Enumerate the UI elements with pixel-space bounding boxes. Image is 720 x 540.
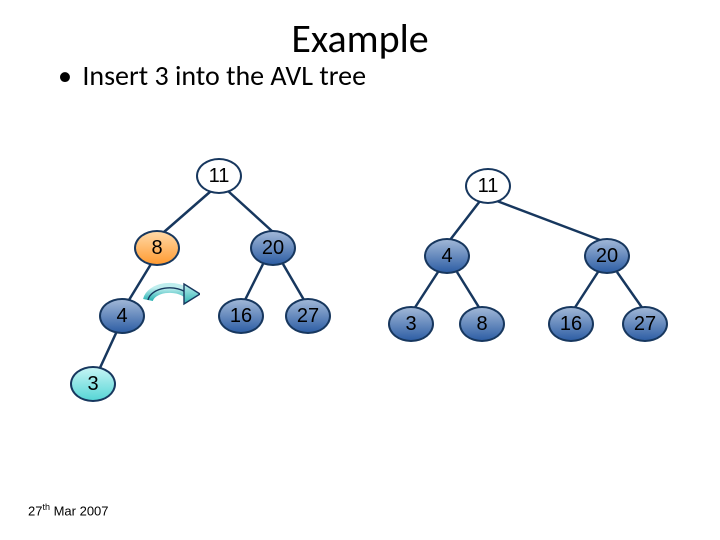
- footer-ordinal: th: [42, 502, 50, 512]
- left-node-20: 20: [250, 230, 296, 266]
- left-node-27: 27: [285, 298, 331, 334]
- left-node-11: 11: [196, 158, 242, 194]
- right-node-20: 20: [584, 238, 630, 274]
- right-node-16: 16: [548, 306, 594, 342]
- footer-date: 27th Mar 2007: [28, 502, 109, 518]
- right-node-27: 27: [622, 306, 668, 342]
- left-node-8: 8: [134, 230, 180, 266]
- footer-rest: Mar 2007: [50, 503, 109, 518]
- right-node-11: 11: [465, 168, 511, 204]
- left-node-3: 3: [70, 366, 116, 402]
- left-node-16: 16: [218, 298, 264, 334]
- right-node-8: 8: [459, 306, 505, 342]
- rotation-arrow-icon: [140, 280, 200, 314]
- right-node-3: 3: [388, 306, 434, 342]
- left-node-4: 4: [99, 298, 145, 334]
- footer-day: 27: [28, 503, 42, 518]
- diagram-stage: 11 8 20 4 16 27 3 11 4 20 3 8 16 27: [0, 0, 720, 540]
- right-node-4: 4: [424, 238, 470, 274]
